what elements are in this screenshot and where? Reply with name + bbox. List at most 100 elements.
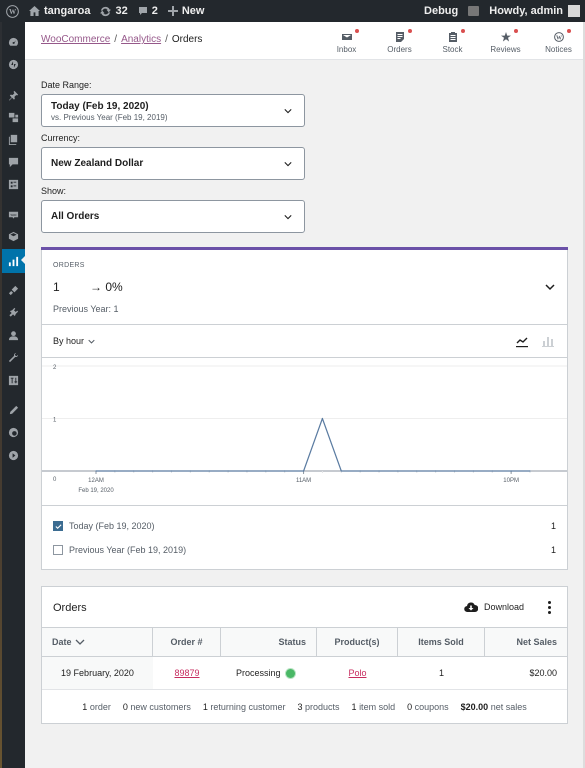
- column-header-date[interactable]: Date: [42, 628, 153, 656]
- data-point: [321, 417, 324, 420]
- users-icon: [8, 330, 19, 340]
- sidebar-item-plugins[interactable]: [2, 301, 25, 323]
- column-header-items-sold[interactable]: Items Sold: [398, 628, 485, 656]
- debug-bar-button[interactable]: [463, 0, 484, 22]
- orders-chart-card: ORDERS 1 → 0% Previous Year: 1 By hour 0…: [41, 247, 568, 570]
- data-point: [189, 470, 191, 472]
- data-point: [340, 470, 342, 472]
- activity-tab-label: Reviews: [490, 44, 521, 54]
- breadcrumb-separator: /: [114, 34, 118, 45]
- data-point: [435, 470, 437, 472]
- legend-item-current[interactable]: Today (Feb 19, 2020) 1: [53, 519, 556, 533]
- product-link[interactable]: Polo: [348, 668, 366, 678]
- sidebar-item-products[interactable]: [2, 225, 25, 247]
- column-header-status[interactable]: Status: [221, 628, 317, 656]
- collapse-icon: [8, 450, 19, 460]
- sidebar-item-comments[interactable]: [2, 151, 25, 173]
- bar-chart-toggle[interactable]: [541, 334, 555, 348]
- data-point: [170, 470, 173, 472]
- sidebar-item-posts[interactable]: [2, 84, 25, 106]
- sidebar-item-appearance[interactable]: [2, 279, 25, 301]
- site-name-link[interactable]: tangaroa: [24, 0, 95, 22]
- table-summary: 1 order 0 new customers 1 returning cust…: [42, 690, 567, 724]
- x-tick-label: 12AM: [88, 478, 104, 484]
- interval-value: By hour: [53, 336, 85, 346]
- breadcrumb-analytics-link[interactable]: Analytics: [121, 34, 161, 45]
- activity-tab-stock[interactable]: Stock: [426, 22, 479, 60]
- sidebar-item-settings[interactable]: [2, 369, 25, 391]
- sidebar-item-media[interactable]: [2, 106, 25, 128]
- sidebar-item-dashboard[interactable]: [2, 31, 25, 53]
- sidebar-item-forms[interactable]: [2, 173, 25, 195]
- date-range-select[interactable]: Today (Feb 19, 2020) vs. Previous Year (…: [41, 94, 305, 127]
- sidebar-item-jetpack[interactable]: [2, 53, 25, 75]
- new-content-link[interactable]: New: [163, 0, 210, 22]
- sidebar-item-wpml[interactable]: [2, 421, 25, 443]
- summary-coupons: 0 coupons: [407, 702, 449, 712]
- products-icon: [8, 231, 19, 241]
- currency-label: Currency:: [41, 133, 81, 143]
- activity-tab-notices[interactable]: W Notices: [532, 22, 585, 60]
- y-tick-label: 0: [53, 477, 57, 483]
- sidebar-item-edit[interactable]: [2, 399, 25, 421]
- date-range-label: Date Range:: [41, 80, 92, 90]
- currency-select[interactable]: New Zealand Dollar: [41, 147, 305, 180]
- notification-dot: [354, 28, 359, 33]
- column-header-order-number[interactable]: Order #: [153, 628, 221, 656]
- summary-metric-orders[interactable]: ORDERS 1 → 0% Previous Year: 1: [42, 250, 567, 325]
- activity-tab-orders[interactable]: Orders: [373, 22, 426, 60]
- sidebar-item-tools[interactable]: [2, 346, 25, 368]
- order-link[interactable]: 89879: [174, 668, 199, 678]
- legend-checkbox-checked[interactable]: [53, 521, 63, 531]
- comments-count: 2: [151, 5, 158, 17]
- interval-select[interactable]: By hour: [53, 336, 95, 346]
- debug-label: Debug: [424, 5, 459, 17]
- column-header-net-sales[interactable]: Net Sales: [485, 628, 567, 656]
- line-chart-toggle[interactable]: [515, 334, 529, 348]
- wordpress-icon: W: [553, 31, 564, 42]
- currency-value: New Zealand Dollar: [51, 158, 144, 169]
- orders-icon: [395, 31, 404, 42]
- site-name: tangaroa: [44, 5, 91, 17]
- breadcrumb-woocommerce-link[interactable]: WooCommerce: [41, 34, 110, 45]
- show-select[interactable]: All Orders: [41, 200, 305, 233]
- summary-returning-customers: 1 returning customer: [202, 702, 286, 712]
- cell-items-sold: 1: [438, 668, 444, 678]
- wordpress-logo-button[interactable]: W: [0, 0, 24, 22]
- legend-item-previous[interactable]: Previous Year (Feb 19, 2019) 1: [53, 543, 556, 557]
- legend-checkbox-unchecked[interactable]: [53, 545, 63, 555]
- summary-net-sales: $20.00 net sales: [460, 702, 527, 712]
- wordpress-icon: W: [5, 4, 19, 18]
- sidebar-item-woocommerce[interactable]: woo: [2, 203, 25, 225]
- sidebar-collapse-button[interactable]: [2, 444, 25, 466]
- data-point: [491, 470, 493, 472]
- debug-link[interactable]: Debug: [419, 0, 463, 22]
- chevron-down-icon: [284, 214, 292, 219]
- data-point: [227, 470, 229, 472]
- sidebar-item-pages[interactable]: [2, 128, 25, 150]
- sidebar-item-analytics[interactable]: [2, 249, 26, 273]
- data-point: [397, 470, 399, 472]
- report-filters: Date Range: Today (Feb 19, 2020) vs. Pre…: [41, 78, 305, 237]
- orders-table-card: Orders Download Date Order # Status Prod…: [41, 586, 568, 724]
- dashboard-icon: [8, 37, 19, 46]
- updates-count: 32: [115, 5, 128, 17]
- column-header-products[interactable]: Product(s): [317, 628, 398, 656]
- sort-chevron-down-icon: [75, 639, 84, 645]
- download-button[interactable]: Download: [464, 601, 524, 613]
- activity-tab-reviews[interactable]: Reviews: [479, 22, 532, 60]
- comments-link[interactable]: 2: [133, 0, 163, 22]
- summary-products: 3 products: [297, 702, 340, 712]
- chevron-down-icon: [284, 161, 292, 166]
- my-account-link[interactable]: Howdy, admin: [484, 0, 585, 22]
- notification-dot: [460, 28, 465, 33]
- data-point: [208, 470, 210, 472]
- chevron-down-icon[interactable]: [545, 282, 555, 292]
- data-point: [133, 470, 135, 472]
- more-options-button[interactable]: [547, 601, 551, 614]
- woocommerce-icon: woo: [8, 211, 19, 219]
- media-icon: [8, 112, 19, 122]
- activity-tab-inbox[interactable]: Inbox: [320, 22, 373, 60]
- updates-link[interactable]: 32: [95, 0, 132, 22]
- sidebar-item-users[interactable]: [2, 324, 25, 346]
